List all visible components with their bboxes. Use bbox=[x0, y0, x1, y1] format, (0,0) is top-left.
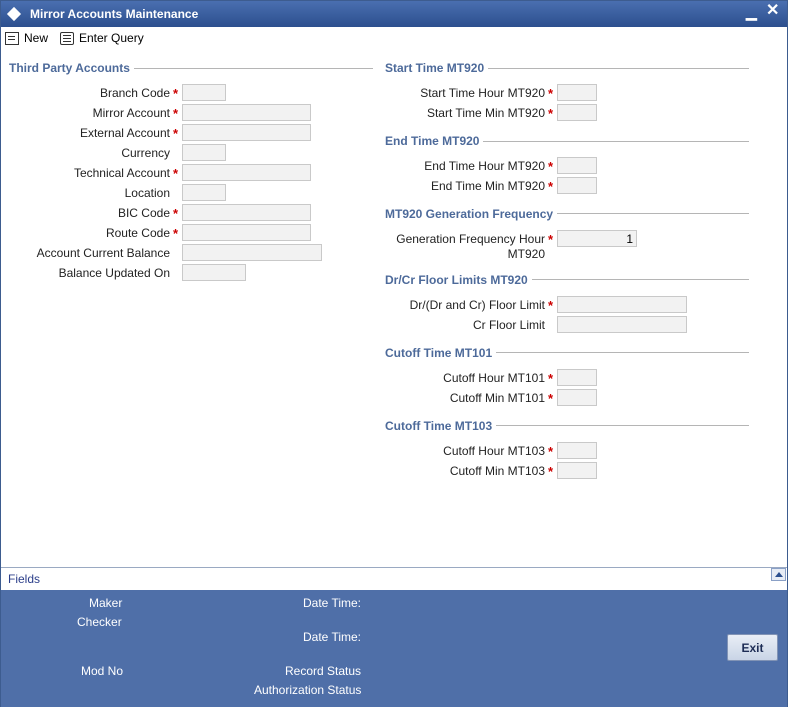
start-time-min-label: Start Time Min MT920 bbox=[426, 106, 545, 120]
floor-limits-heading: Dr/Cr Floor Limits MT920 bbox=[385, 273, 532, 287]
dr-floor-limit-required: * bbox=[548, 298, 554, 313]
enter-query-button[interactable]: Enter Query bbox=[60, 30, 144, 46]
cutoff-hour-101-required: * bbox=[548, 371, 554, 386]
technical-account-required: * bbox=[173, 166, 179, 181]
end-time-min-required: * bbox=[548, 179, 554, 194]
maker-label: Maker bbox=[89, 596, 123, 610]
mirror-account-label: Mirror Account bbox=[92, 106, 170, 120]
balance-updated-on-label: Balance Updated On bbox=[58, 266, 170, 280]
authorization-status-label: Authorization Status bbox=[254, 683, 362, 697]
bic-code-input[interactable] bbox=[182, 204, 311, 221]
end-time-heading: End Time MT920 bbox=[385, 134, 484, 148]
title-bar: Mirror Accounts Maintenance ▁ ✕ bbox=[1, 1, 787, 27]
generation-frequency-hour-input[interactable] bbox=[557, 230, 637, 247]
new-document-icon bbox=[5, 31, 19, 45]
account-current-balance-input[interactable] bbox=[182, 244, 322, 261]
start-time-hour-input[interactable] bbox=[557, 84, 597, 101]
checker-label: Checker bbox=[77, 615, 122, 629]
cutoff-hour-103-input[interactable] bbox=[557, 442, 597, 459]
generation-frequency-hour-label-line2: MT920 bbox=[507, 247, 545, 261]
cutoff-min-101-input[interactable] bbox=[557, 389, 597, 406]
window-diamond-icon bbox=[6, 6, 22, 22]
currency-label: Currency bbox=[121, 146, 170, 160]
enter-query-label: Enter Query bbox=[79, 31, 144, 45]
enter-query-icon bbox=[60, 31, 74, 45]
cutoff-min-101-required: * bbox=[548, 391, 554, 406]
route-code-input[interactable] bbox=[182, 224, 311, 241]
third-party-accounts-heading: Third Party Accounts bbox=[9, 61, 134, 75]
start-time-min-input[interactable] bbox=[557, 104, 597, 121]
external-account-label: External Account bbox=[79, 126, 170, 140]
exit-button[interactable]: Exit bbox=[727, 634, 778, 661]
collapse-arrow-icon[interactable] bbox=[771, 568, 786, 581]
bic-code-label: BIC Code bbox=[117, 206, 170, 220]
start-time-hour-label: Start Time Hour MT920 bbox=[420, 86, 545, 100]
balance-updated-on-input[interactable] bbox=[182, 264, 246, 281]
window-title: Mirror Accounts Maintenance bbox=[30, 7, 199, 21]
cutoff-103-heading: Cutoff Time MT103 bbox=[385, 419, 497, 433]
cutoff-min-103-label: Cutoff Min MT103 bbox=[449, 464, 545, 478]
new-button-label: New bbox=[24, 31, 49, 45]
dr-floor-limit-label: Dr/(Dr and Cr) Floor Limit bbox=[409, 298, 545, 312]
toolbar: New Enter Query bbox=[1, 27, 787, 49]
cutoff-hour-103-required: * bbox=[548, 444, 554, 459]
currency-input[interactable] bbox=[182, 144, 226, 161]
cutoff-min-103-required: * bbox=[548, 464, 554, 479]
cutoff-hour-103-label: Cutoff Hour MT103 bbox=[443, 444, 545, 458]
new-button[interactable]: New bbox=[5, 30, 48, 46]
minimize-button[interactable]: ▁ bbox=[746, 5, 757, 19]
end-time-hour-required: * bbox=[548, 159, 554, 174]
fields-bar: Fields bbox=[1, 567, 787, 589]
end-time-min-input[interactable] bbox=[557, 177, 597, 194]
mirror-account-input[interactable] bbox=[182, 104, 311, 121]
cutoff-101-heading: Cutoff Time MT101 bbox=[385, 346, 497, 360]
maker-date-time-label: Date Time: bbox=[303, 596, 362, 610]
generation-frequency-hour-label: Generation Frequency Hour bbox=[396, 232, 545, 246]
cutoff-min-103-input[interactable] bbox=[557, 462, 597, 479]
route-code-label: Route Code bbox=[105, 226, 170, 240]
cutoff-min-101-label: Cutoff Min MT101 bbox=[449, 391, 545, 405]
frequency-heading: MT920 Generation Frequency bbox=[385, 207, 558, 221]
start-time-hour-required: * bbox=[548, 86, 554, 101]
end-time-hour-label: End Time Hour MT920 bbox=[424, 159, 545, 173]
location-input[interactable] bbox=[182, 184, 226, 201]
external-account-required: * bbox=[173, 126, 179, 141]
cr-floor-limit-input[interactable] bbox=[557, 316, 687, 333]
cutoff-hour-101-label: Cutoff Hour MT101 bbox=[443, 371, 545, 385]
bic-code-required: * bbox=[173, 206, 179, 221]
fields-link[interactable]: Fields bbox=[8, 572, 40, 586]
branch-code-input[interactable] bbox=[182, 84, 226, 101]
technical-account-input[interactable] bbox=[182, 164, 311, 181]
branch-code-required: * bbox=[173, 86, 179, 101]
close-button[interactable]: ✕ bbox=[766, 3, 779, 19]
cr-floor-limit-label: Cr Floor Limit bbox=[472, 318, 545, 332]
technical-account-label: Technical Account bbox=[73, 166, 170, 180]
branch-code-label: Branch Code bbox=[99, 86, 170, 100]
cutoff-hour-101-input[interactable] bbox=[557, 369, 597, 386]
end-time-hour-input[interactable] bbox=[557, 157, 597, 174]
dr-floor-limit-input[interactable] bbox=[557, 296, 687, 313]
account-current-balance-label: Account Current Balance bbox=[36, 246, 170, 260]
location-label: Location bbox=[124, 186, 170, 200]
start-time-heading: Start Time MT920 bbox=[385, 61, 489, 75]
external-account-input[interactable] bbox=[182, 124, 311, 141]
mirror-accounts-window: Mirror Accounts Maintenance ▁ ✕ New Ente… bbox=[0, 0, 788, 707]
record-status-label: Record Status bbox=[285, 664, 362, 678]
mod-no-label: Mod No bbox=[81, 664, 124, 678]
end-time-min-label: End Time Min MT920 bbox=[430, 179, 545, 193]
audit-panel: Maker Date Time: Checker Date Time: Mod … bbox=[1, 590, 787, 707]
generation-frequency-required: * bbox=[548, 232, 554, 247]
route-code-required: * bbox=[173, 226, 179, 241]
checker-date-time-label: Date Time: bbox=[303, 630, 362, 644]
start-time-min-required: * bbox=[548, 106, 554, 121]
mirror-account-required: * bbox=[173, 106, 179, 121]
